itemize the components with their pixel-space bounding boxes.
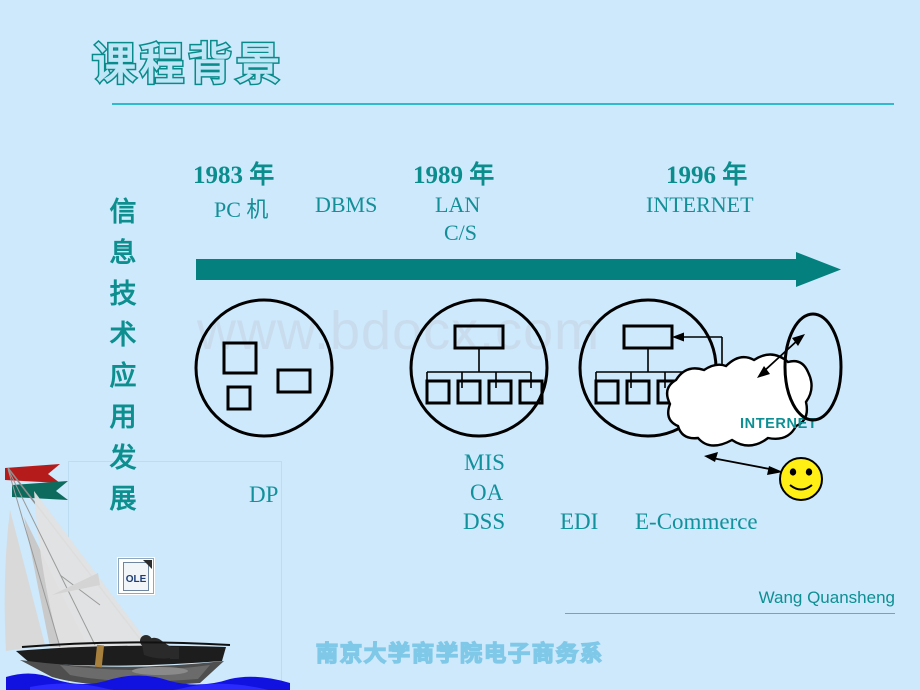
smiley-face-icon [779, 457, 823, 501]
caption-edi: EDI [560, 509, 599, 534]
label-cs: C/S [444, 220, 478, 245]
ole-object-icon[interactable]: OLE [118, 558, 154, 594]
ole-label: OLE [125, 574, 147, 585]
vertical-char: 息 [109, 238, 137, 269]
ole-corner-fold-icon [143, 560, 152, 569]
signature-divider [565, 613, 895, 614]
slide-canvas: OLE www.bdocx.com 课程背景 信 息 技 术 应 用 发 展 1… [0, 0, 920, 690]
vertical-char: 技 [109, 279, 137, 310]
label-pc: PC 机 [214, 197, 269, 222]
page-title: 课程背景 [91, 38, 284, 92]
label-dbms: DBMS [315, 192, 378, 217]
era-year-1983: 1983 年 [193, 162, 275, 189]
caption-dp: DP [249, 482, 279, 507]
caption-oa: OA [470, 480, 504, 505]
era-year-1989: 1989 年 [413, 162, 495, 189]
vertical-char: 用 [109, 402, 137, 433]
caption-mis: MIS [464, 450, 505, 475]
vertical-char: 术 [109, 320, 137, 351]
vertical-char: 展 [109, 484, 137, 515]
diagram-dp-circle [194, 298, 334, 438]
diagram-mis-circle [409, 298, 549, 438]
title-divider [112, 103, 894, 105]
footer-organization: 南京大学商学院电子商务系 [315, 641, 604, 667]
author-signature: Wang Quansheng [758, 588, 895, 607]
vertical-axis-label: 信 息 技 术 应 用 发 展 [98, 192, 148, 520]
era-year-1996: 1996 年 [666, 162, 748, 189]
vertical-char: 应 [109, 361, 137, 392]
label-lan: LAN [435, 192, 481, 217]
label-internet: INTERNET [646, 192, 754, 217]
internet-cloud: INTERNET [665, 353, 817, 447]
caption-dss: DSS [463, 509, 506, 534]
vertical-char: 信 [109, 197, 137, 228]
vertical-char: 发 [109, 443, 137, 474]
arrow-cloud-smiley [704, 452, 783, 475]
caption-ecommerce: E-Commerce [635, 509, 758, 534]
